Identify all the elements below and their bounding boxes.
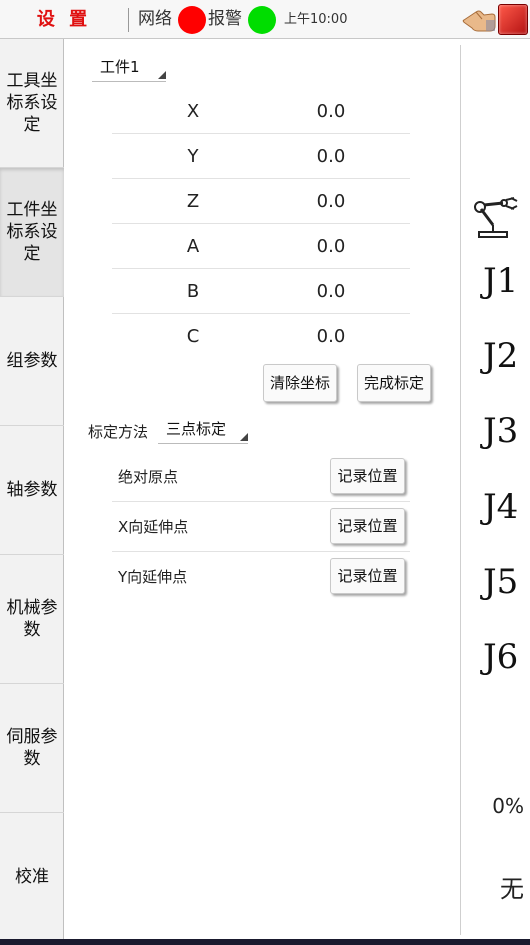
calibration-point-label: 绝对原点 — [118, 468, 179, 486]
right-panel: J1 J2 J3 J4 J5 J6 0% 无 — [461, 39, 530, 939]
coord-axis-label: Z — [186, 191, 200, 212]
sidebar-item-label: 组参数 — [6, 351, 58, 371]
joint-j3-label[interactable]: J3 — [483, 411, 523, 451]
workpiece-select-value: 工件1 — [100, 58, 140, 76]
network-status-indicator — [178, 6, 206, 34]
hand-icon[interactable] — [462, 6, 496, 34]
sidebar-item-axis-params[interactable]: 轴参数 — [0, 426, 64, 555]
speed-percent: 0% — [492, 794, 524, 818]
calibration-method-select[interactable]: 三点标定 — [158, 416, 248, 444]
coord-row-x: X 0.0 — [112, 89, 410, 134]
network-label: 网络 — [138, 9, 172, 29]
sidebar-item-label: 伺服参数 — [6, 727, 58, 769]
record-position-button[interactable]: 记录位置 — [330, 558, 405, 594]
record-position-button[interactable]: 记录位置 — [330, 458, 405, 494]
bottom-bar — [0, 939, 530, 945]
alarm-status-indicator — [248, 6, 276, 34]
clear-coordinates-button[interactable]: 清除坐标 — [263, 364, 337, 402]
coord-value: 0.0 — [316, 236, 346, 257]
calibration-method-label: 标定方法 — [88, 423, 149, 441]
joint-j1-label[interactable]: J1 — [483, 261, 523, 301]
coord-value: 0.0 — [316, 146, 346, 167]
sidebar-item-calibration[interactable]: 校准 — [0, 813, 64, 942]
sidebar-item-label: 工件坐标系设定 — [6, 200, 58, 264]
coord-row-z: Z 0.0 — [112, 179, 410, 224]
joint-j5-label[interactable]: J5 — [483, 562, 523, 602]
calibration-point-label: Y向延伸点 — [118, 568, 188, 586]
sidebar-item-servo-params[interactable]: 伺服参数 — [0, 684, 64, 813]
title-separator — [128, 8, 129, 32]
coord-axis-label: X — [186, 101, 200, 122]
mode-indicator: 无 — [500, 875, 524, 903]
alarm-label: 报警 — [208, 9, 242, 29]
joint-j4-label[interactable]: J4 — [483, 487, 523, 527]
workpiece-select[interactable]: 工件1 — [92, 54, 166, 82]
coord-row-y: Y 0.0 — [112, 134, 410, 179]
dropdown-arrow-icon — [240, 433, 248, 441]
robot-arm-icon — [474, 197, 518, 238]
joint-j6-label[interactable]: J6 — [483, 637, 523, 677]
sidebar-item-mechanical-params[interactable]: 机械参数 — [0, 555, 64, 684]
page-title: 设 置 — [36, 9, 92, 30]
coord-row-a: A 0.0 — [112, 224, 410, 269]
sidebar: 工具坐标系设定 工件坐标系设定 组参数 轴参数 机械参数 伺服参数 校准 — [0, 39, 64, 942]
main-panel: 工件1 X 0.0 Y 0.0 Z 0.0 A 0.0 B 0.0 C 0.0 … — [64, 39, 460, 939]
record-position-button[interactable]: 记录位置 — [330, 508, 405, 544]
sidebar-item-group-params[interactable]: 组参数 — [0, 297, 64, 426]
coord-axis-label: B — [186, 281, 200, 302]
sidebar-item-label: 轴参数 — [6, 480, 58, 500]
calibration-method-value: 三点标定 — [166, 420, 227, 438]
coord-value: 0.0 — [316, 281, 346, 302]
clock: 上午10:00 — [284, 12, 348, 27]
coord-axis-label: C — [186, 326, 200, 347]
top-bar: 设 置 网络 报警 上午10:00 — [0, 0, 530, 39]
emergency-stop-icon[interactable] — [498, 4, 528, 35]
calibration-point-label: X向延伸点 — [118, 518, 189, 536]
sidebar-item-label: 校准 — [15, 867, 49, 887]
dropdown-arrow-icon — [158, 71, 166, 79]
sidebar-item-label: 工具坐标系设定 — [6, 71, 58, 135]
coord-row-c: C 0.0 — [112, 314, 410, 359]
sidebar-item-label: 机械参数 — [6, 598, 58, 640]
sidebar-item-workpiece-coordinate[interactable]: 工件坐标系设定 — [0, 168, 64, 297]
coord-axis-label: Y — [187, 146, 199, 167]
coord-value: 0.0 — [316, 101, 346, 122]
joint-j2-label[interactable]: J2 — [483, 336, 523, 376]
coord-axis-label: A — [186, 236, 200, 257]
finish-calibration-button[interactable]: 完成标定 — [357, 364, 431, 402]
coord-row-b: B 0.0 — [112, 269, 410, 314]
coord-value: 0.0 — [316, 191, 346, 212]
sidebar-item-tool-coordinate[interactable]: 工具坐标系设定 — [0, 39, 64, 168]
coord-value: 0.0 — [316, 326, 346, 347]
